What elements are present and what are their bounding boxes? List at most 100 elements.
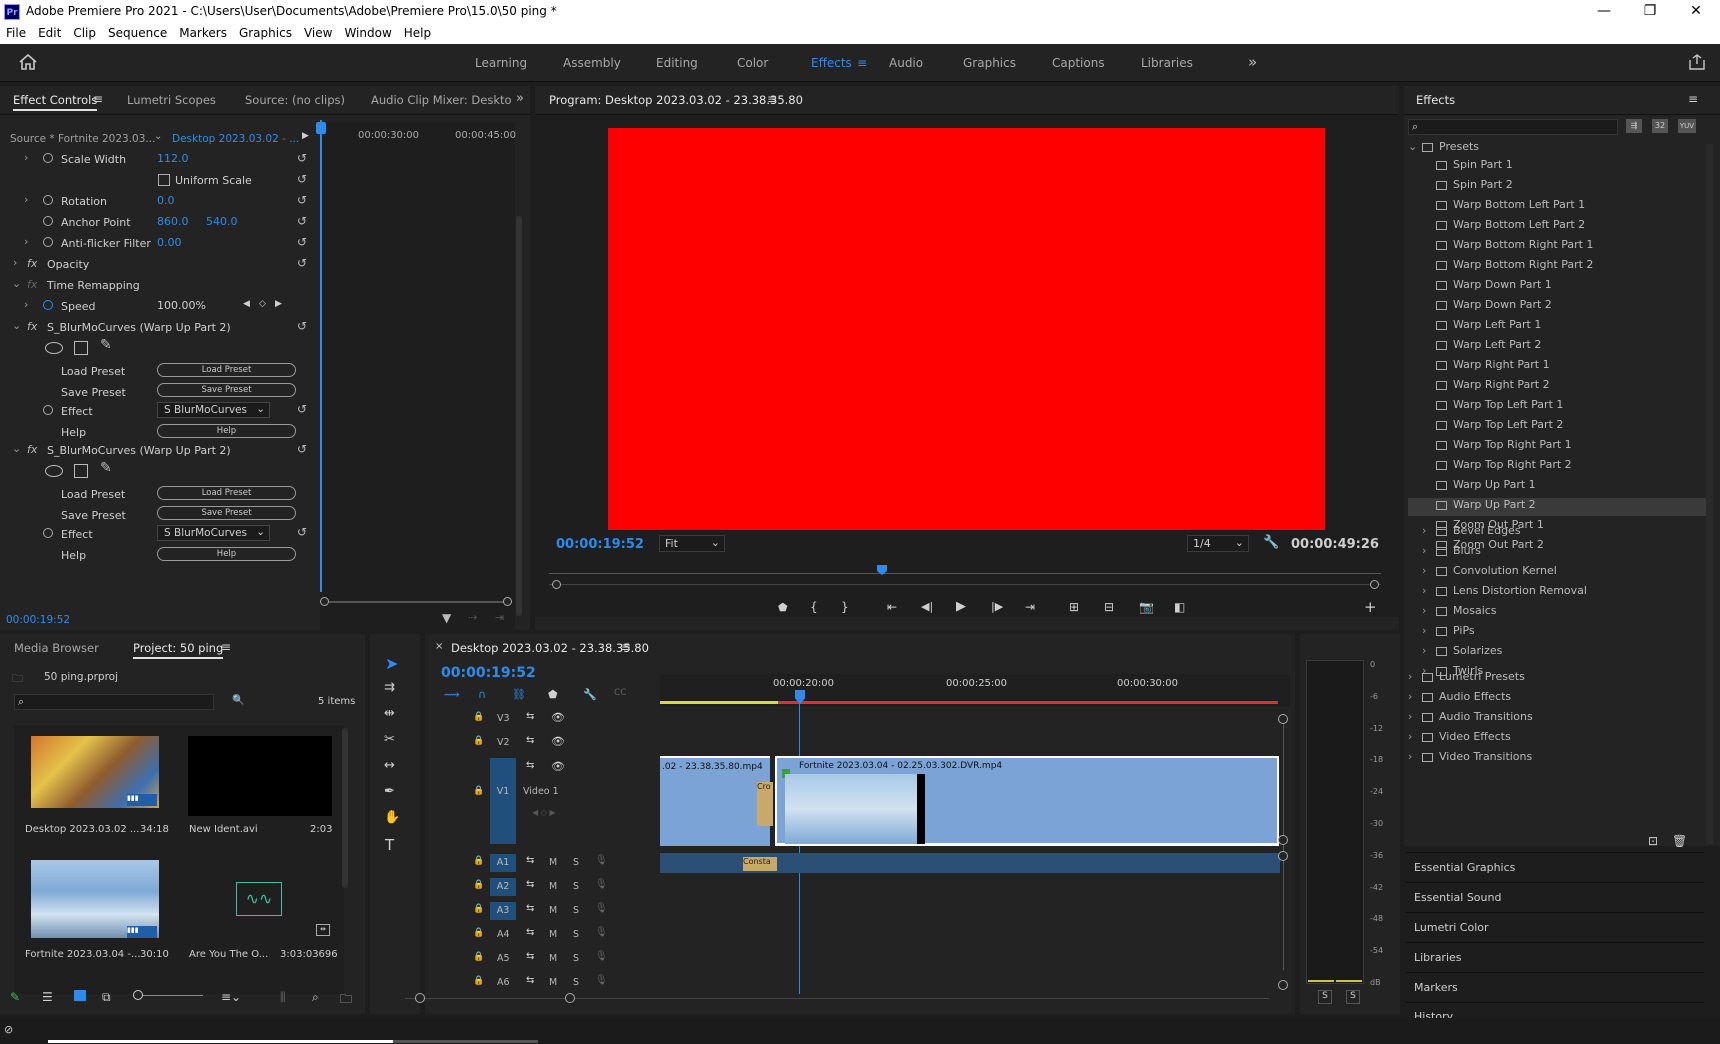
workspace-overflow-button[interactable]: »: [1248, 53, 1257, 71]
zoom-fit-dropdown[interactable]: Fit ⌄: [659, 535, 725, 552]
effect-folder[interactable]: › Audio Effects: [1408, 690, 1511, 708]
add-keyframe-icon[interactable]: ◇: [259, 299, 266, 309]
effect-dropdown[interactable]: S BlurMoCurves ⌄: [157, 525, 270, 541]
reset-icon[interactable]: ↺: [297, 193, 307, 207]
reset-icon[interactable]: ↺: [297, 172, 307, 186]
close-tab-icon[interactable]: ×: [435, 641, 443, 652]
panel-menu-icon[interactable]: ≡: [621, 640, 631, 654]
add-marker-icon[interactable]: ⬟: [548, 688, 558, 701]
program-monitor-title[interactable]: Program: Desktop 2023.03.02 - 23.38.35.8…: [549, 93, 803, 107]
menu-edit[interactable]: Edit: [32, 24, 67, 42]
scroll-handle-left[interactable]: [415, 993, 425, 1003]
source-clip-label[interactable]: Source * Fortnite 2023.03...: [10, 133, 155, 145]
stopwatch-icon[interactable]: [43, 216, 53, 226]
track-label[interactable]: A6: [497, 977, 510, 988]
preset-item[interactable]: Spin Part 1: [1408, 158, 1708, 176]
fx-group-1-header[interactable]: ⌄ fx S_BlurMoCurves (Warp Up Part 2): [0, 318, 320, 337]
preset-item[interactable]: Warp Down Part 1: [1408, 278, 1708, 296]
zoom-scroll-track[interactable]: [326, 601, 510, 603]
sync-lock-icon[interactable]: ⇆: [526, 975, 534, 986]
mini-ruler[interactable]: [549, 573, 1381, 574]
menu-help[interactable]: Help: [398, 24, 437, 42]
preset-item[interactable]: Warp Top Left Part 2: [1408, 418, 1708, 436]
eye-icon[interactable]: 👁: [551, 760, 565, 773]
automate-icon[interactable]: ⫼: [280, 990, 286, 1005]
stopwatch-icon[interactable]: [43, 153, 53, 163]
lock-icon[interactable]: 🔒: [473, 786, 484, 796]
preset-item[interactable]: Warp Up Part 2: [1408, 498, 1708, 516]
effects-panel-title[interactable]: Effects: [1416, 93, 1455, 107]
property-time-remapping[interactable]: ⌄ fx Time Remapping: [0, 276, 320, 295]
tab-media-browser[interactable]: Media Browser: [14, 641, 99, 655]
workspace-menu-icon[interactable]: ≡: [857, 56, 867, 70]
track-label[interactable]: A3: [490, 902, 516, 920]
solo-left-button[interactable]: S: [1318, 990, 1332, 1004]
menu-window[interactable]: Window: [338, 24, 397, 42]
zoom-scroll-track[interactable]: [549, 584, 1381, 585]
effect-folder[interactable]: › Video Transitions: [1408, 750, 1532, 768]
scale-width-value[interactable]: 112.0: [157, 152, 189, 165]
snap-icon[interactable]: ∩: [478, 688, 486, 701]
go-to-out-icon[interactable]: ⇥: [1025, 600, 1035, 614]
track-label[interactable]: A4: [497, 929, 510, 940]
preset-item[interactable]: Warp Bottom Right Part 2: [1408, 258, 1708, 276]
property-opacity[interactable]: › fx Opacity: [0, 255, 320, 274]
tab-lumetri-scopes[interactable]: Lumetri Scopes: [127, 93, 216, 107]
scroll-handle-bottom[interactable]: [1278, 980, 1288, 990]
ellipse-mask-icon[interactable]: [45, 342, 63, 354]
pen-mask-icon[interactable]: ✎: [100, 460, 112, 476]
freeform-view-icon[interactable]: ⧉: [102, 990, 111, 1005]
trash-icon[interactable]: 🗑: [1672, 834, 1687, 848]
effects-search-input[interactable]: ⌕: [1408, 119, 1618, 135]
panel-markers[interactable]: Markers: [1406, 972, 1704, 1000]
go-to-in-icon[interactable]: ⇤: [887, 600, 897, 614]
speed-value[interactable]: 100.00%: [157, 299, 206, 312]
tab-effect-controls[interactable]: Effect Controls: [13, 93, 98, 111]
mute-button[interactable]: M: [549, 857, 557, 868]
solo-button[interactable]: S: [573, 953, 579, 964]
lock-icon[interactable]: 🔒: [473, 736, 484, 746]
mic-icon[interactable]: 🎙: [595, 951, 608, 962]
stopwatch-icon[interactable]: [43, 405, 53, 415]
mic-icon[interactable]: 🎙: [595, 903, 608, 914]
effect-folder[interactable]: › Audio Transitions: [1408, 710, 1533, 728]
extract-icon[interactable]: ⊟: [1104, 600, 1114, 614]
mark-out-icon[interactable]: }: [841, 600, 849, 614]
workspace-tab-graphics[interactable]: Graphics: [963, 56, 1016, 70]
fx-group-2-header[interactable]: ⌄ fx S_BlurMoCurves (Warp Up Part 2): [0, 441, 320, 460]
vertical-scrollbar[interactable]: [342, 728, 348, 888]
reset-icon[interactable]: ↺: [297, 214, 307, 228]
track-label[interactable]: V1: [490, 758, 516, 844]
32bit-effects-icon[interactable]: 32: [1652, 119, 1668, 133]
help-button[interactable]: Help: [157, 547, 296, 561]
zoom-handle-right[interactable]: [1370, 580, 1379, 589]
home-icon[interactable]: [19, 54, 37, 70]
playhead-handle[interactable]: [316, 122, 326, 134]
preset-item[interactable]: Warp Left Part 2: [1408, 338, 1708, 356]
effect-subfolder[interactable]: › Lens Distortion Removal: [1408, 584, 1587, 602]
sync-lock-icon[interactable]: ⇆: [526, 951, 534, 962]
pen-tool-icon[interactable]: ✒: [384, 784, 395, 799]
preset-item[interactable]: Warp Left Part 1: [1408, 318, 1708, 336]
project-search-input[interactable]: ⌕: [14, 694, 214, 710]
ellipse-mask-icon[interactable]: [45, 465, 63, 477]
yuv-effects-icon[interactable]: YUV: [1678, 119, 1696, 133]
load-preset-button[interactable]: Load Preset: [157, 486, 296, 500]
menu-sequence[interactable]: Sequence: [102, 24, 173, 42]
panel-lumetri-color[interactable]: Lumetri Color: [1406, 912, 1704, 940]
menu-graphics[interactable]: Graphics: [233, 24, 298, 42]
sort-icon[interactable]: ≡⌄: [221, 990, 241, 1004]
preset-item[interactable]: Warp Down Part 2: [1408, 298, 1708, 316]
audio-transition-block[interactable]: Consta: [743, 857, 777, 871]
step-forward-icon[interactable]: |▶: [991, 600, 1003, 613]
solo-button[interactable]: S: [573, 929, 579, 940]
preset-item[interactable]: Warp Top Left Part 1: [1408, 398, 1708, 416]
chevron-down-icon[interactable]: ⌄: [154, 131, 162, 142]
audio-waveform-icon[interactable]: ∿∿: [236, 882, 282, 916]
sync-lock-icon[interactable]: ⇆: [526, 711, 534, 722]
thumbnail-new-ident[interactable]: [188, 736, 332, 816]
lock-icon[interactable]: 🔒: [473, 712, 484, 722]
zoom-handle-left[interactable]: [552, 580, 561, 589]
anti-flicker-value[interactable]: 0.00: [157, 236, 182, 249]
comparison-view-icon[interactable]: ◧: [1174, 600, 1185, 614]
